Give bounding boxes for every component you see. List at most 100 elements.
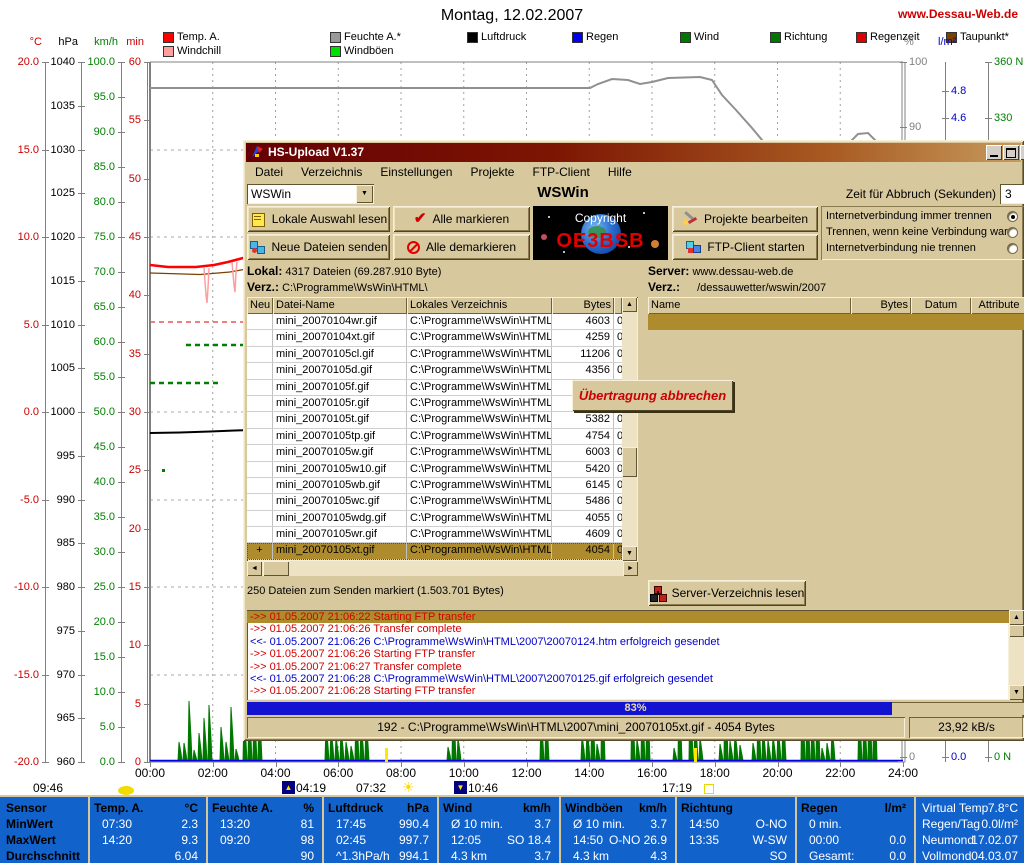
menu-item-einstellungen[interactable]: Einstellungen [380,165,452,179]
axis-tick-label: 90 [909,121,955,133]
file-table-header[interactable]: Neu [247,297,273,314]
abort-transfer-button[interactable]: Übertragung abbrechen [572,380,733,411]
log-vscrollbar[interactable]: ▲ ▼ [1009,610,1024,700]
radio-button-icon[interactable] [1007,243,1018,254]
read-local-selection-button[interactable]: Lokale Auswahl lesen [247,206,390,232]
file-row[interactable]: +mini_20070105xt.gifC:\Programme\WsWin\H… [247,543,622,559]
radio-button-icon[interactable] [1007,227,1018,238]
sensor-value: 98 [244,833,314,847]
hscroll-thumb[interactable] [263,561,289,576]
axis-tick [78,150,85,151]
file-row[interactable]: mini_20070105d.gifC:\Programme\WsWin\HTM… [247,363,622,379]
radio-button-icon[interactable] [1007,211,1018,222]
axis-tick [118,272,125,273]
sunset-icon [704,784,714,794]
unmark-all-button[interactable]: Alle demarkieren [393,234,530,260]
file-bytes-cell: 4603 [552,314,614,329]
scroll-right-icon[interactable]: ► [623,561,638,576]
file-bytes-cell: 6145 [552,478,614,493]
sensor-column-unit: hPa [377,801,429,815]
axis-tick [118,552,125,553]
abort-timeout-input[interactable]: 3 [1000,184,1024,204]
maximize-button[interactable] [1003,145,1019,160]
scroll-down-icon[interactable]: ▼ [622,546,637,561]
log-line: <<- 01.05.2007 21:06:28 C:\Programme\WsW… [247,673,1009,685]
start-ftp-client-button[interactable]: FTP-Client starten [672,234,818,260]
mark-all-button[interactable]: ✔ Alle markieren [393,206,530,232]
profile-select[interactable]: WSWin ▼ [247,184,374,204]
ftp-client-icon [685,240,701,254]
server-table-selected-row[interactable] [648,314,1024,330]
menu-item-verzeichnis[interactable]: Verzeichnis [301,165,362,179]
file-name-cell: mini_20070105d.gif [273,363,407,378]
log-scroll-thumb[interactable] [1009,625,1024,637]
menu-item-projekte[interactable]: Projekte [470,165,514,179]
file-name-cell: mini_20070105wdg.gif [273,511,407,526]
file-row[interactable]: mini_20070105f.gifC:\Programme\WsWin\HTM… [247,380,622,396]
sensor-row-label: MaxWert [6,833,56,847]
server-table-header[interactable]: Name [648,297,851,314]
combo-dropdown-icon[interactable]: ▼ [356,185,373,203]
axis-tick-label: 970 [33,669,75,681]
profile-heading: WSWin [483,184,643,201]
menu-item-hilfe[interactable]: Hilfe [608,165,632,179]
scroll-left-icon[interactable]: ◄ [247,561,262,576]
file-row[interactable]: mini_20070105wr.gifC:\Programme\WsWin\HT… [247,527,622,543]
file-table-vscrollbar[interactable]: ▲ ▼ [622,297,638,561]
log-scroll-down-icon[interactable]: ▼ [1009,685,1024,700]
file-row[interactable]: mini_20070105tp.gifC:\Programme\WsWin\HT… [247,429,622,445]
file-table-hscrollbar[interactable]: ◄ ► [247,561,638,576]
file-row[interactable]: mini_20070105r.gifC:\Programme\WsWin\HTM… [247,396,622,412]
menu-item-datei[interactable]: Datei [255,165,283,179]
scroll-up-icon[interactable]: ▲ [622,297,637,312]
file-row[interactable]: mini_20070104xt.gifC:\Programme\WsWin\HT… [247,330,622,346]
file-name-cell: mini_20070105t.gif [273,412,407,427]
file-row[interactable]: mini_20070105t.gifC:\Programme\WsWin\HTM… [247,412,622,428]
edit-projects-button[interactable]: Projekte bearbeiten [672,206,818,232]
menu-item-ftpclient[interactable]: FTP-Client [532,165,589,179]
log-scroll-up-icon[interactable]: ▲ [1009,610,1024,625]
radio-option[interactable]: Internetverbindung immer trennen [826,209,1024,224]
file-row[interactable]: mini_20070105wb.gifC:\Programme\WsWin\HT… [247,478,622,494]
file-table-header[interactable]: Lokales Verzeichnis [407,297,552,314]
axis-tick-label: 1010 [33,319,75,331]
file-table-header[interactable]: Bytes [552,297,614,314]
axis-tick [118,692,125,693]
file-dir-cell: C:\Programme\WsWin\HTML [407,363,552,378]
file-row[interactable]: mini_20070105wdg.gifC:\Programme\WsWin\H… [247,511,622,527]
file-row[interactable]: mini_20070105cl.gifC:\Programme\WsWin\HT… [247,347,622,363]
file-row[interactable]: mini_20070105w.gifC:\Programme\WsWin\HTM… [247,445,622,461]
server-table-header[interactable]: Attribute [971,297,1024,314]
file-name-cell: mini_20070105wc.gif [273,494,407,509]
axis-tick [78,543,85,544]
sensor-value: 3.7 [481,817,551,831]
read-server-dir-button[interactable]: Server-Verzeichnis lesen [648,580,806,606]
vscroll-thumb[interactable] [622,447,637,477]
file-table-header[interactable] [614,297,622,314]
server-table-header[interactable]: Bytes [851,297,911,314]
axis-tick [985,62,992,63]
column-separator [914,797,916,863]
file-row[interactable]: mini_20070105wc.gifC:\Programme\WsWin\HT… [247,494,622,510]
radio-option[interactable]: Internetverbindung nie trennen [826,241,1024,256]
close-button[interactable]: ✕ [1020,145,1024,160]
file-row[interactable]: mini_20070104wr.gifC:\Programme\WsWin\HT… [247,314,622,330]
app-icon [250,145,264,159]
file-table-header[interactable]: Datei-Name [273,297,407,314]
column-separator [795,797,797,863]
radio-option[interactable]: Trennen, wenn keine Verbindung war [826,225,1024,240]
transfer-progress-bar: 83% [247,702,1024,715]
log-line: <<- 01.05.2007 21:06:26 C:\Programme\WsW… [247,636,1009,648]
server-table-header[interactable]: Datum [911,297,971,314]
progress-percent-label: 83% [247,702,1024,715]
minimize-button[interactable] [986,145,1002,160]
sensor-column-unit: °C [146,801,198,815]
column-separator [206,797,208,863]
x-axis-label: 24:00 [881,766,925,780]
send-new-files-button[interactable]: Neue Dateien senden [247,234,390,260]
file-row[interactable]: mini_20070105w10.gifC:\Programme\WsWin\H… [247,462,622,478]
axis-tick-label: 70.0 [73,266,115,278]
window-titlebar[interactable]: HS-Upload V1.37 ✕ [246,143,1021,162]
transfer-log[interactable]: ->> 01.05.2007 21:06:22 Starting FTP tra… [247,610,1009,700]
sensor-column-name: Temp. A. [94,801,143,815]
